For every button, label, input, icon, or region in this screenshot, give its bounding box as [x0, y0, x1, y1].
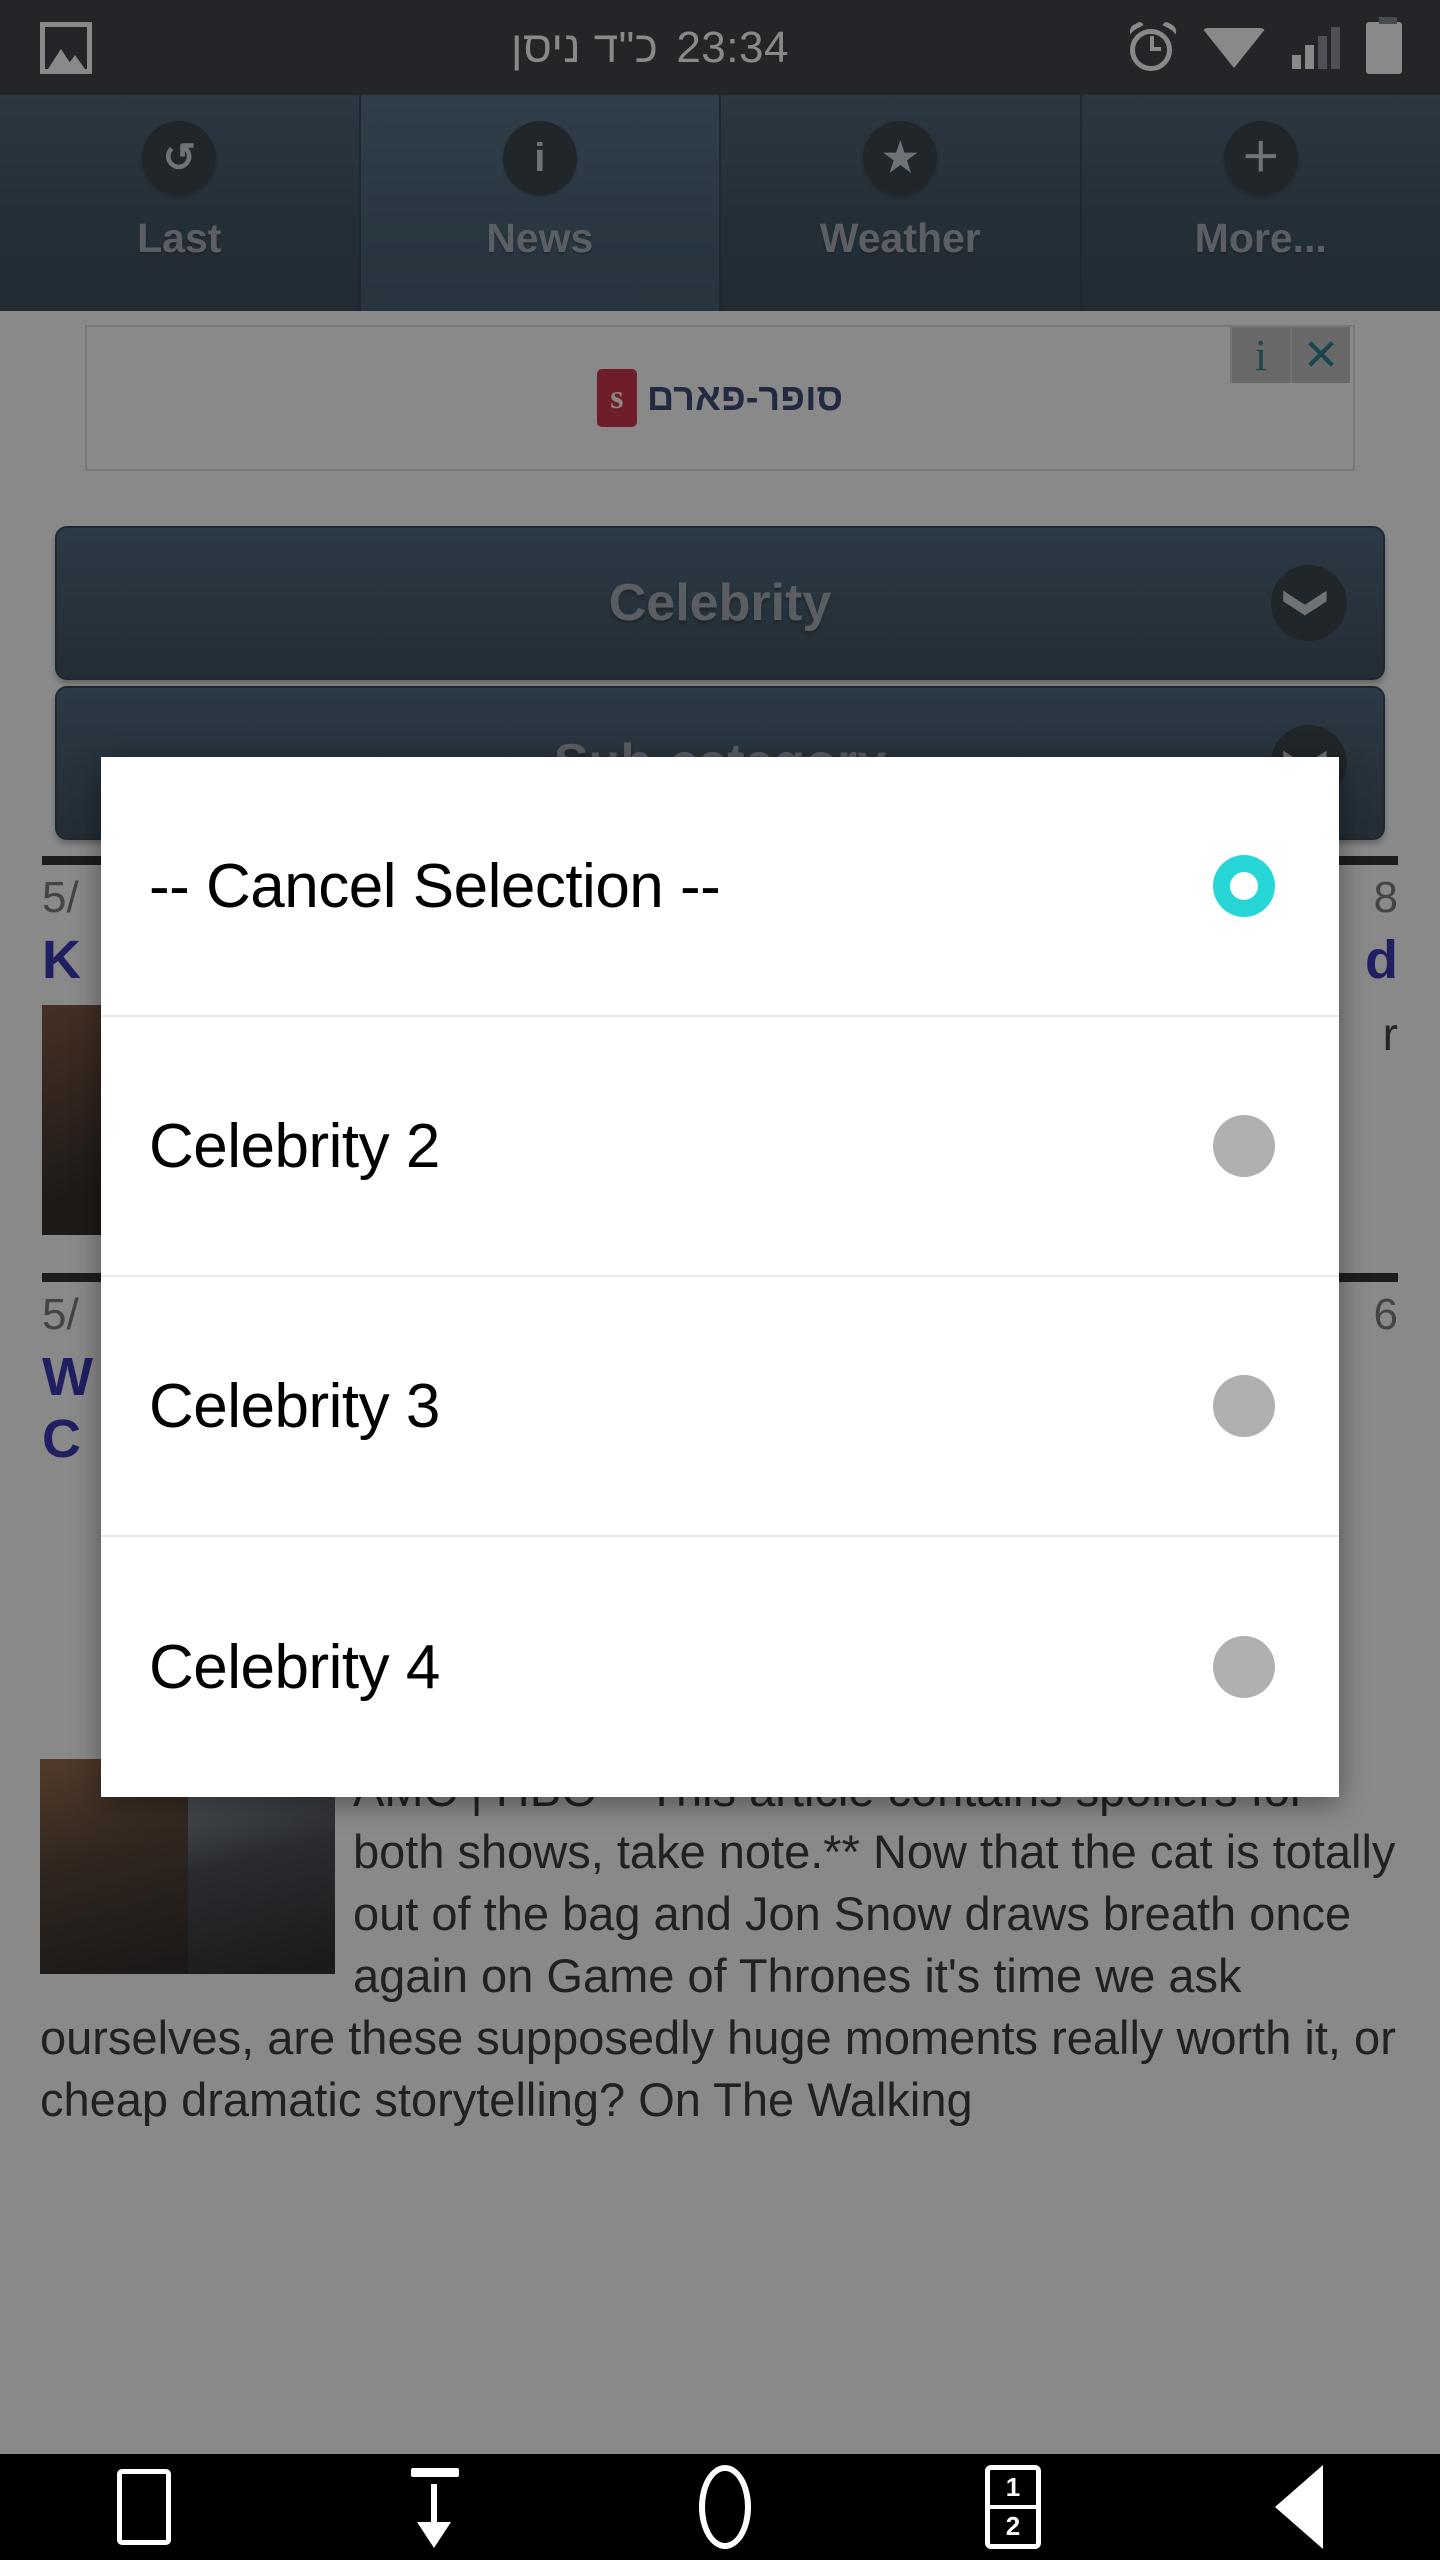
radio-button-2[interactable]	[1213, 1115, 1275, 1177]
split-bottom-label: 2	[1005, 2511, 1021, 2541]
split-top-label: 1	[990, 2470, 1036, 2509]
system-navigation-bar: 1 2	[0, 2454, 1440, 2560]
dialog-option-celebrity-2[interactable]: Celebrity 2	[101, 1017, 1339, 1277]
circle-home-icon[interactable]	[699, 2465, 751, 2549]
dialog-option-label-4: Celebrity 4	[149, 1632, 440, 1702]
back-triangle-icon[interactable]	[1275, 2465, 1323, 2549]
dialog-option-label: -- Cancel Selection --	[149, 851, 721, 921]
square-recents-icon[interactable]	[117, 2469, 171, 2545]
radio-button-4[interactable]	[1213, 1636, 1275, 1698]
radio-button-selected[interactable]	[1213, 855, 1275, 917]
selection-dialog: -- Cancel Selection -- Celebrity 2 Celeb…	[101, 757, 1339, 1797]
radio-button-3[interactable]	[1213, 1375, 1275, 1437]
phone-screen: כ"ד ניסן 23:34 ↺ Last i News ★ W	[0, 0, 1440, 2560]
download-arrow-icon[interactable]	[405, 2468, 465, 2548]
split-screen-icon[interactable]: 1 2	[985, 2465, 1041, 2549]
dialog-option-celebrity-4[interactable]: Celebrity 4	[101, 1537, 1339, 1797]
dialog-option-label-2: Celebrity 2	[149, 1111, 440, 1181]
dialog-option-label-3: Celebrity 3	[149, 1371, 440, 1441]
dialog-option-cancel[interactable]: -- Cancel Selection --	[101, 757, 1339, 1017]
dialog-option-celebrity-3[interactable]: Celebrity 3	[101, 1277, 1339, 1537]
